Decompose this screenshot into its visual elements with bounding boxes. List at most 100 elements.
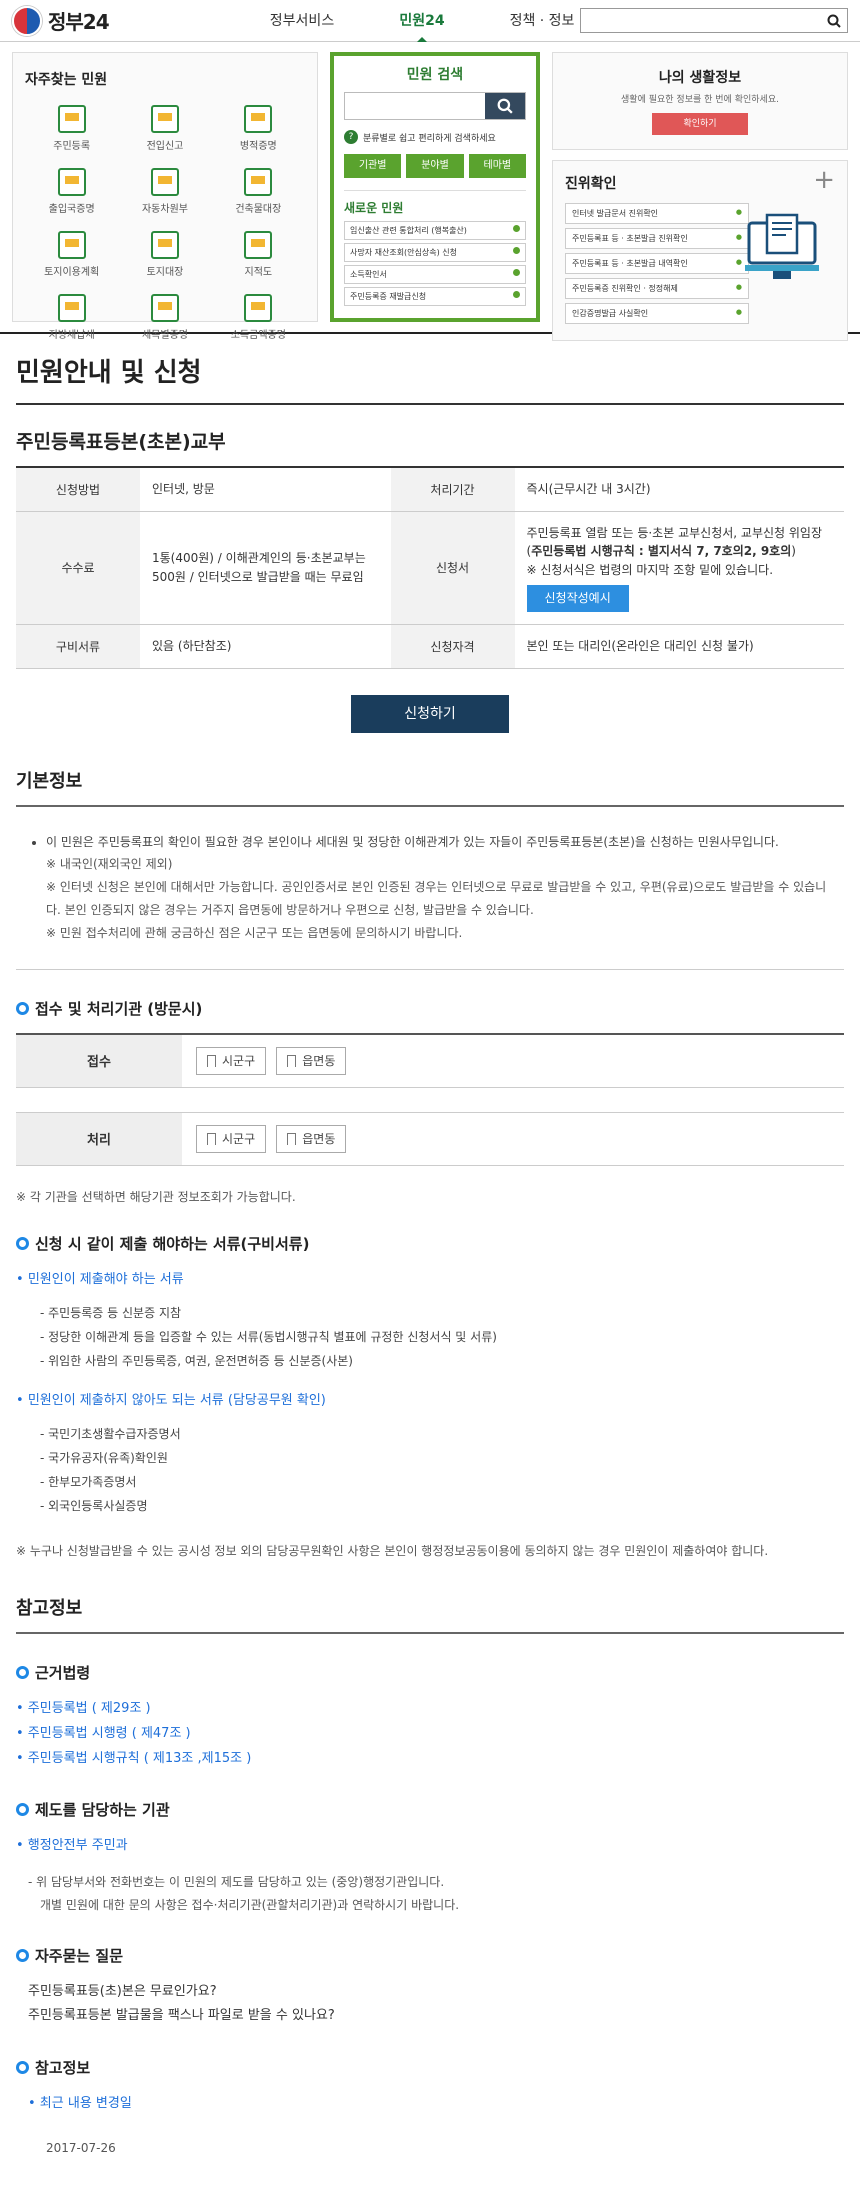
frequent-item[interactable]: 소득금액증명 <box>212 294 305 341</box>
new-minwon-item[interactable]: 소득확인서 <box>344 265 526 284</box>
bookmark-icon <box>287 1132 297 1145</box>
section-ring-icon <box>16 2061 29 2075</box>
building-search-icon <box>244 168 273 196</box>
frequent-item-label: 주민등록 <box>53 141 91 152</box>
minwon-search-input[interactable] <box>345 93 485 119</box>
form-sample-button[interactable]: 신청작성예시 <box>526 585 629 612</box>
faq-item[interactable]: 주민등록표등본 발급물을 팩스나 파일로 받을 수 있나요? <box>28 2004 844 2029</box>
main-nav: 정부서비스 민원24 정책 · 정보 <box>242 1 602 42</box>
frequent-item-label: 토지대장 <box>146 267 184 278</box>
list-item: - 국민기초생활수급자증명서 <box>40 1426 181 1441</box>
period-label: 처리기간 <box>390 467 515 512</box>
frequent-item[interactable]: 자동차원부 <box>118 168 211 215</box>
frequent-item-label: 자동차원부 <box>141 204 188 215</box>
period-value: 즉시(근무시간 내 3시간) <box>514 467 844 512</box>
search-icon[interactable] <box>827 14 841 28</box>
life-info-check-button[interactable]: 확인하기 <box>652 113 748 135</box>
process-cell: 시군구 읍면동 <box>182 1112 844 1165</box>
page-title: 민원안내 및 신청 <box>16 334 844 405</box>
verify-item[interactable]: 인터넷 발급문서 진위확인 <box>565 203 749 224</box>
frequent-item[interactable]: 전입신고 <box>118 105 211 152</box>
bookmark-icon <box>207 1132 216 1145</box>
tab-by-theme[interactable]: 테마별 <box>468 154 526 178</box>
list-item: - 위임한 사람의 주민등록증, 여권, 운전면허증 등 신분증(사본) <box>40 1353 353 1368</box>
frequent-item[interactable]: 지방세납세 <box>25 294 118 341</box>
processing-note: ※ 각 기관을 선택하면 해당기관 정보조회가 가능합니다. <box>16 1189 296 1204</box>
new-minwon-item[interactable]: 사망자 재산조회(안심상속) 신청 <box>344 243 526 262</box>
org-section-title: 제도를 담당하는 기관 <box>16 1799 844 1820</box>
frequent-item[interactable]: 건축물대장 <box>212 168 305 215</box>
chip-label: 읍면동 <box>302 1132 336 1147</box>
verify-item[interactable]: 주민등록표 등 · 초본발급 진위확인 <box>565 228 749 249</box>
recent-change-link[interactable]: • 최근 내용 변경일 <box>16 2092 844 2117</box>
tab-by-agency[interactable]: 기관별 <box>344 154 402 178</box>
plus-icon[interactable]: + <box>813 165 835 195</box>
agency-chip-sigungu[interactable]: 시군구 <box>196 1046 267 1075</box>
law-link[interactable]: • 주민등록법 ( 제29조 ) <box>16 1697 844 1722</box>
nav-gov-services[interactable]: 정부서비스 <box>242 1 362 41</box>
frequent-item-label: 토지이용계획 <box>44 267 100 278</box>
service-info-table: 신청방법 인터넷, 방문 처리기간 즉시(근무시간 내 3시간) 수수료 1통(… <box>16 466 844 669</box>
top-panels: 자주찾는 민원 주민등록 전입신고 병적증명 출입국증명 자동차원부 건축물대장… <box>0 42 860 341</box>
fee-value: 1통(400원) / 이해관계인의 등·초본교부는 500원 / 인터넷으로 발… <box>140 511 391 625</box>
car-document-icon <box>150 168 179 196</box>
site-logo[interactable]: 정부24 <box>12 5 212 36</box>
top-search-input[interactable] <box>581 9 827 32</box>
map-icon <box>244 231 273 259</box>
frequent-item[interactable]: 토지대장 <box>118 231 211 278</box>
verify-list: 인터넷 발급문서 진위확인 주민등록표 등 · 초본발급 진위확인 주민등록표 … <box>565 203 749 324</box>
service-title: 주민등록표등본(초본)교부 <box>16 431 226 453</box>
frequent-item[interactable]: 세목별증명 <box>118 294 211 341</box>
qual-label: 신청자격 <box>390 624 515 669</box>
frequent-item[interactable]: 토지이용계획 <box>25 231 118 278</box>
new-minwon-item[interactable]: 주민등록증 재발급신청 <box>344 287 526 306</box>
new-minwon-title: 새로운 민원 <box>344 201 404 215</box>
life-info-panel: 나의 생활정보 생활에 필요한 정보를 한 번에 확인하세요. 확인하기 <box>552 52 848 150</box>
ref-title-text: 참고정보 <box>35 2059 91 2078</box>
verify-item[interactable]: 주민등록표 등 · 초본발급 내역확인 <box>565 253 749 274</box>
tab-by-field[interactable]: 분야별 <box>406 154 464 178</box>
minwon-search-button[interactable] <box>485 93 525 119</box>
group1-list: - 주민등록증 등 신분증 지참 - 정당한 이해관계 등을 입증할 수 있는 … <box>16 1287 844 1385</box>
faq-item[interactable]: 주민등록표등(초)본은 무료인가요? <box>28 1980 844 2005</box>
faq-title-text: 자주묻는 질문 <box>35 1946 124 1965</box>
agency-chip-sigungu[interactable]: 시군구 <box>196 1124 267 1153</box>
table-spacer <box>16 1087 844 1113</box>
minwon-search-title: 민원 검색 <box>406 67 464 83</box>
table-row: 처리 시군구 읍면동 <box>16 1112 844 1166</box>
search-tip-text: 분류별로 쉽고 편리하게 검색하세요 <box>363 133 496 144</box>
frequent-item[interactable]: 지적도 <box>212 231 305 278</box>
law-link[interactable]: • 주민등록법 시행령 ( 제47조 ) <box>16 1722 844 1747</box>
agency-chip-eupmyeondong[interactable]: 읍면동 <box>276 1124 347 1153</box>
processing-section-title: 접수 및 처리기관 (방문시) <box>16 998 844 1019</box>
new-minwon-item[interactable]: 임신출산 관련 통합처리 (행복출산) <box>344 221 526 240</box>
form-label: 신청서 <box>390 511 515 625</box>
frequent-item[interactable]: 병적증명 <box>212 105 305 152</box>
list-item: - 정당한 이해관계 등을 입증할 수 있는 서류(동법시행규칙 별표에 규정한… <box>40 1329 497 1344</box>
frequent-item[interactable]: 출입국증명 <box>25 168 118 215</box>
agency-chip-eupmyeondong[interactable]: 읍면동 <box>276 1046 347 1075</box>
nav-minwon24[interactable]: 민원24 <box>362 1 482 42</box>
reference-title: 참고정보 <box>16 1582 844 1635</box>
group1-title: 민원인이 제출해야 하는 서류 <box>27 1271 184 1287</box>
frequent-minwon-panel: 자주찾는 민원 주민등록 전입신고 병적증명 출입국증명 자동차원부 건축물대장… <box>12 52 318 341</box>
verify-item[interactable]: 주민등록증 진위확인 · 정정해제 <box>565 278 749 299</box>
apply-button[interactable]: 신청하기 <box>351 694 509 733</box>
logo-text: 정부24 <box>48 10 110 34</box>
search-tip: ? 분류별로 쉽고 편리하게 검색하세요 <box>344 130 526 144</box>
frequent-item[interactable]: 주민등록 <box>25 105 118 152</box>
required-docs-group1-link[interactable]: • 민원인이 제출해야 하는 서류 <box>16 1268 844 1287</box>
verify-title: 진위확인 <box>565 176 617 192</box>
basic-info-main: 이 민원은 주민등록표의 확인이 필요한 경우 본인이나 세대원 및 정당한 이… <box>46 834 779 849</box>
verify-item[interactable]: 인감증명발급 사실확인 <box>565 303 749 324</box>
org-description: - 위 담당부서와 전화번호는 이 민원의 제도를 담당하고 있는 (중앙)행정… <box>16 1859 844 1917</box>
group2-title: 민원인이 제출하지 않아도 되는 서류 (담당공무원 확인) <box>27 1392 326 1408</box>
frequent-item-label: 소득금액증명 <box>230 330 286 341</box>
docs-label: 구비서류 <box>16 624 140 669</box>
bookmark-icon <box>207 1054 216 1067</box>
law-link[interactable]: • 주민등록법 시행규칙 ( 제13조 ,제15조 ) <box>16 1747 844 1772</box>
org-link[interactable]: • 행정안전부 주민과 <box>16 1834 844 1859</box>
org-text-line: - 위 담당부서와 전화번호는 이 민원의 제도를 담당하고 있는 (중앙)행정… <box>28 1875 445 1890</box>
required-docs-group2-link[interactable]: • 민원인이 제출하지 않아도 되는 서류 (담당공무원 확인) <box>16 1389 844 1408</box>
table-row: 접수 시군구 읍면동 <box>16 1033 844 1088</box>
